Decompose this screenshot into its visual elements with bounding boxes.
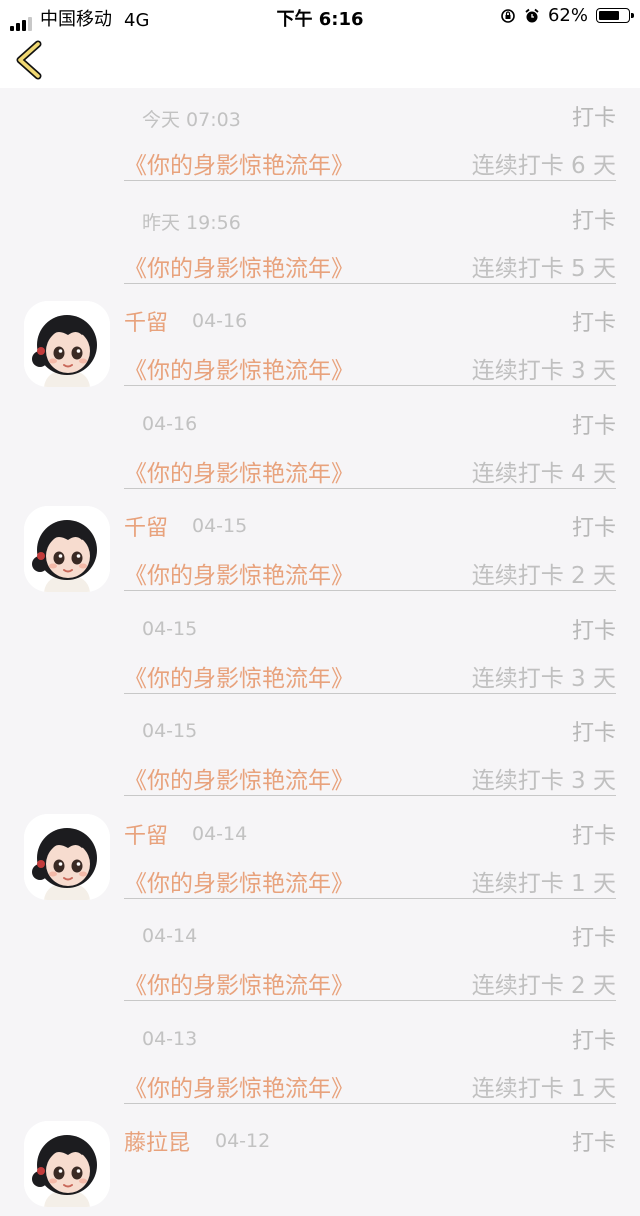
book-title-link[interactable]: 《你的身影惊艳流年》 [124, 966, 354, 1000]
checkin-time: 昨天 19:56 [142, 211, 241, 234]
chevron-left-icon[interactable] [12, 40, 46, 80]
streak-label: 连续打卡 1 天 [471, 870, 616, 897]
user-name[interactable]: 藤拉昆 [124, 1125, 190, 1157]
item-detail: 《你的身影惊艳流年》 连续打卡 2 天 [124, 966, 616, 1001]
list-item[interactable]: 04-16 打卡《你的身影惊艳流年》 连续打卡 4 天 [0, 396, 640, 499]
avatar[interactable] [24, 813, 110, 900]
battery-percent: 62% [547, 5, 588, 26]
orientation-lock-icon [501, 8, 515, 23]
book-title-link[interactable]: 《你的身影惊艳流年》 [124, 249, 354, 283]
book-title-link[interactable]: 《你的身影惊艳流年》 [124, 351, 354, 385]
checkin-time: 04-15 [192, 515, 248, 537]
item-header: 04-16 打卡 [124, 408, 616, 440]
list-item[interactable]: 千留 04-15 打卡《你的身影惊艳流年》 连续打卡 2 天 [0, 498, 640, 601]
list-item[interactable]: 千留 04-16 打卡《你的身影惊艳流年》 连续打卡 3 天 [0, 293, 640, 396]
item-detail: 《你的身影惊艳流年》 连续打卡 3 天 [124, 351, 616, 386]
book-title-link[interactable]: 《你的身影惊艳流年》 [124, 146, 354, 180]
item-header: 藤拉昆 04-12 打卡 [124, 1125, 616, 1157]
list-item[interactable]: 04-15 打卡《你的身影惊艳流年》 连续打卡 3 天 [0, 703, 640, 806]
avatar[interactable] [24, 1121, 110, 1207]
checkin-tag: 打卡 [571, 208, 616, 234]
item-detail: 《你的身影惊艳流年》 连续打卡 3 天 [124, 659, 616, 694]
avatar-image [24, 301, 110, 387]
item-detail: 《你的身影惊艳流年》 连续打卡 1 天 [124, 864, 616, 899]
item-detail: 《你的身影惊艳流年》 连续打卡 6 天 [124, 146, 616, 181]
book-title-link[interactable]: 《你的身影惊艳流年》 [124, 1069, 354, 1103]
item-header: 千留 04-14 打卡 [124, 818, 616, 850]
battery-icon [596, 8, 634, 23]
book-title-link[interactable]: 《你的身影惊艳流年》 [124, 659, 354, 693]
list-item[interactable]: 04-13 打卡《你的身影惊艳流年》 连续打卡 1 天 [0, 1011, 640, 1114]
checkin-tag: 打卡 [571, 516, 616, 541]
list-item[interactable]: 04-14 打卡《你的身影惊艳流年》 连续打卡 2 天 [0, 908, 640, 1011]
checkin-time: 04-15 [142, 617, 198, 640]
checkin-time: 04-16 [192, 310, 248, 332]
avatar-image [24, 506, 110, 592]
checkin-time: 04-16 [142, 412, 198, 435]
checkin-tag: 打卡 [571, 618, 616, 644]
streak-label: 连续打卡 3 天 [471, 358, 616, 384]
streak-label: 连续打卡 2 天 [471, 973, 616, 999]
avatar[interactable] [24, 301, 110, 387]
avatar-image [24, 1121, 110, 1207]
item-detail: 《你的身影惊艳流年》 连续打卡 2 天 [124, 556, 616, 591]
user-name[interactable]: 千留 [124, 818, 168, 850]
streak-label: 连续打卡 2 天 [471, 563, 616, 589]
checkin-time: 04-12 [215, 1130, 271, 1152]
list-item[interactable]: 藤拉昆 04-12 打卡 [0, 1113, 640, 1216]
list-item[interactable]: 千留 04-14 打卡《你的身影惊艳流年》 连续打卡 1 天 [0, 806, 640, 909]
item-detail: 《你的身影惊艳流年》 连续打卡 5 天 [124, 249, 616, 284]
streak-label: 连续打卡 1 天 [471, 1075, 616, 1102]
book-title-link[interactable]: 《你的身影惊艳流年》 [124, 761, 354, 795]
item-detail: 《你的身影惊艳流年》 连续打卡 4 天 [124, 454, 616, 489]
checkin-tag: 打卡 [571, 721, 616, 746]
user-name[interactable]: 千留 [124, 305, 168, 337]
streak-label: 连续打卡 5 天 [471, 255, 616, 282]
item-header: 今天 07:03 打卡 [124, 100, 616, 132]
checkin-time: 04-15 [142, 720, 198, 742]
item-header: 昨天 19:56 打卡 [124, 203, 616, 235]
alarm-icon [525, 8, 539, 22]
item-header: 04-15 打卡 [124, 613, 616, 645]
streak-label: 连续打卡 6 天 [471, 153, 616, 179]
book-title-link[interactable]: 《你的身影惊艳流年》 [124, 864, 354, 898]
book-title-link[interactable]: 《你的身影惊艳流年》 [124, 454, 354, 488]
checkin-time: 今天 07:03 [142, 109, 241, 131]
list-item[interactable]: 04-15 打卡《你的身影惊艳流年》 连续打卡 3 天 [0, 601, 640, 704]
streak-label: 连续打卡 3 天 [471, 768, 616, 794]
checkin-tag: 打卡 [571, 1131, 616, 1156]
list-item[interactable]: 今天 07:03 打卡《你的身影惊艳流年》 连续打卡 6 天 [0, 88, 640, 191]
checkin-list: 今天 07:03 打卡 《你的身影惊艳流年》 连续打卡 6 天昨天 19:56 打卡 《你… [0, 88, 640, 1216]
checkin-tag: 打卡 [571, 1028, 616, 1054]
checkin-time: 04-14 [142, 925, 198, 947]
streak-label: 连续打卡 4 天 [471, 460, 616, 487]
item-header: 04-14 打卡 [124, 920, 616, 952]
item-detail: 《你的身影惊艳流年》 连续打卡 1 天 [124, 1069, 616, 1104]
item-header: 千留 04-16 打卡 [124, 305, 616, 337]
checkin-tag: 打卡 [571, 413, 616, 439]
book-title-link[interactable]: 《你的身影惊艳流年》 [124, 556, 354, 590]
checkin-time: 04-14 [192, 822, 248, 845]
checkin-tag: 打卡 [571, 106, 616, 131]
checkin-tag: 打卡 [571, 823, 616, 849]
avatar-image [24, 813, 110, 900]
streak-label: 连续打卡 3 天 [471, 665, 616, 692]
checkin-tag: 打卡 [571, 926, 616, 951]
nav-bar [0, 32, 640, 88]
checkin-time: 04-13 [142, 1027, 198, 1050]
list-item[interactable]: 昨天 19:56 打卡《你的身影惊艳流年》 连续打卡 5 天 [0, 191, 640, 294]
item-header: 04-13 打卡 [124, 1023, 616, 1055]
checkin-tag: 打卡 [571, 311, 616, 336]
item-header: 04-15 打卡 [124, 715, 616, 747]
status-bar: 中国移动 4G 下午 6:16 62% [0, 0, 640, 32]
avatar[interactable] [24, 506, 110, 592]
user-name[interactable]: 千留 [124, 510, 168, 542]
item-header: 千留 04-15 打卡 [124, 510, 616, 542]
item-detail: 《你的身影惊艳流年》 连续打卡 3 天 [124, 761, 616, 796]
